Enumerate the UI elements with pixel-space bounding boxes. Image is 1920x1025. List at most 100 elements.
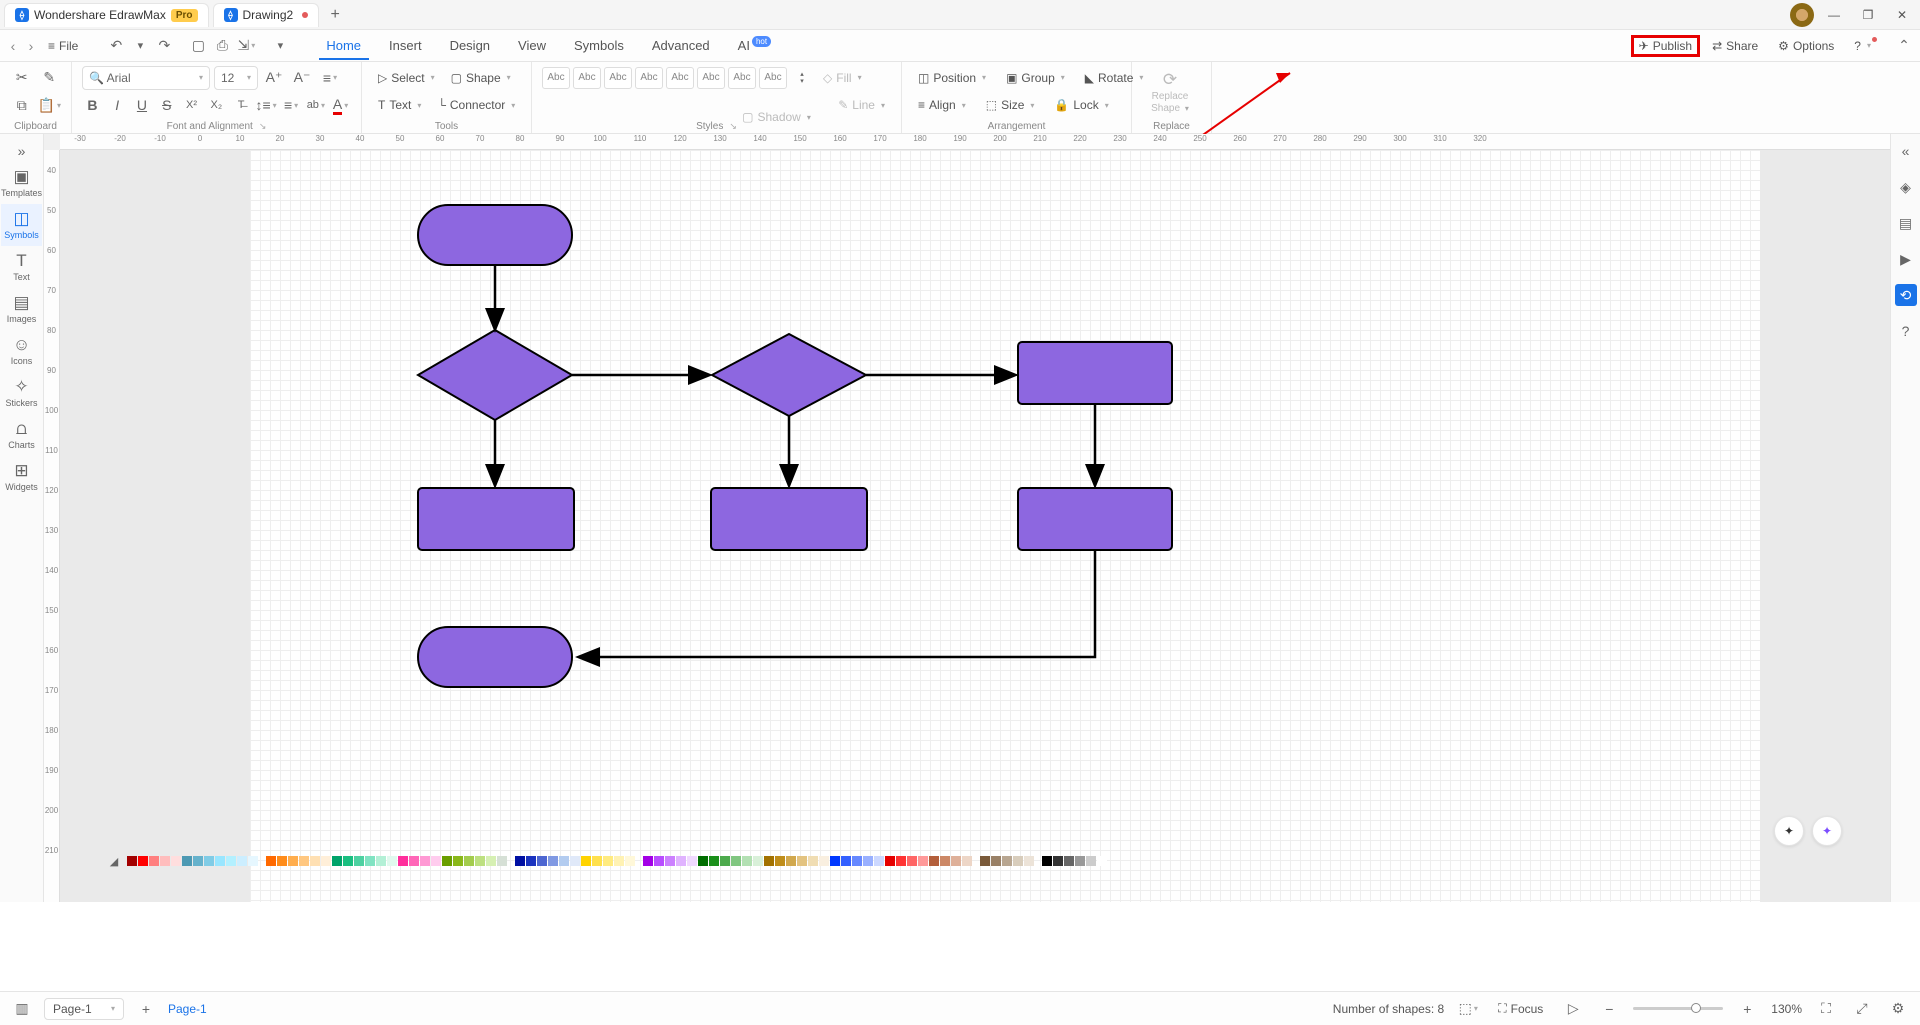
color-swatch[interactable]	[603, 856, 613, 866]
page-selector[interactable]: Page-1▾	[44, 998, 124, 1020]
rail-item-stickers[interactable]: ✧Stickers	[1, 372, 42, 414]
redo-icon[interactable]: ↷	[152, 35, 176, 57]
nav-back-icon[interactable]: ‹	[4, 38, 22, 54]
position-button[interactable]: ◫ Position▾	[912, 68, 992, 88]
color-swatch[interactable]	[376, 856, 386, 866]
app-tab[interactable]: ⟠ Wondershare EdrawMax Pro	[4, 3, 209, 27]
color-swatch[interactable]	[288, 856, 298, 866]
tab-home[interactable]: Home	[312, 32, 375, 59]
line-button[interactable]: ✎ Line▾	[832, 95, 891, 115]
color-swatch[interactable]	[918, 856, 928, 866]
undo-dropdown-icon[interactable]: ▾	[128, 35, 152, 57]
play-icon[interactable]: ▷	[1561, 998, 1585, 1020]
shape-process-2[interactable]	[418, 488, 574, 550]
color-swatch[interactable]	[1064, 856, 1074, 866]
style-chip[interactable]: Abc	[604, 67, 632, 89]
color-swatch[interactable]	[775, 856, 785, 866]
connector-tool[interactable]: └ Connector▾	[431, 95, 521, 115]
pages-panel-icon[interactable]: ▥	[10, 998, 34, 1020]
page-tab[interactable]: Page-1	[168, 1002, 207, 1016]
bold-icon[interactable]: B	[82, 94, 103, 116]
color-picker-icon[interactable]: ◢	[102, 854, 126, 868]
layers-icon[interactable]: ⬚▾	[1456, 998, 1480, 1020]
color-swatch[interactable]	[1042, 856, 1052, 866]
tab-ai[interactable]: AIhot	[724, 32, 783, 59]
color-swatch[interactable]	[204, 856, 214, 866]
rail-item-icons[interactable]: ☺Icons	[1, 330, 42, 372]
shape-tool[interactable]: ▢ Shape▾	[445, 68, 517, 88]
replace-shape-button[interactable]: ⟳ Replace Shape ▾	[1142, 64, 1198, 119]
color-swatch[interactable]	[475, 856, 485, 866]
color-swatch[interactable]	[193, 856, 203, 866]
color-swatch[interactable]	[1097, 856, 1107, 866]
color-swatch[interactable]	[559, 856, 569, 866]
panel-page-icon[interactable]: ▤	[1895, 212, 1917, 234]
color-swatch[interactable]	[581, 856, 591, 866]
color-swatch[interactable]	[537, 856, 547, 866]
color-swatch[interactable]	[171, 856, 181, 866]
settings-status-icon[interactable]: ⚙	[1886, 998, 1910, 1020]
color-swatch[interactable]	[127, 856, 137, 866]
color-swatch[interactable]	[819, 856, 829, 866]
color-swatch[interactable]	[665, 856, 675, 866]
color-swatch[interactable]	[215, 856, 225, 866]
subscript-icon[interactable]: X₂	[206, 94, 227, 116]
style-chip[interactable]: Abc	[666, 67, 694, 89]
rail-expand-icon[interactable]: »	[10, 140, 34, 162]
options-button[interactable]: ⚙Options	[1770, 36, 1842, 56]
color-swatch[interactable]	[398, 856, 408, 866]
color-swatch[interactable]	[808, 856, 818, 866]
color-swatch[interactable]	[874, 856, 884, 866]
color-swatch[interactable]	[852, 856, 862, 866]
underline-icon[interactable]: U	[132, 94, 153, 116]
clear-format-icon[interactable]: T̶	[231, 94, 252, 116]
size-button[interactable]: ⬚ Size▾	[980, 95, 1041, 115]
color-swatch[interactable]	[464, 856, 474, 866]
color-swatch[interactable]	[951, 856, 961, 866]
panel-history-icon[interactable]: ⟲	[1895, 284, 1917, 306]
color-swatch[interactable]	[1013, 856, 1023, 866]
color-swatch[interactable]	[1075, 856, 1085, 866]
color-swatch[interactable]	[687, 856, 697, 866]
export-icon[interactable]: ⇲▾	[234, 35, 258, 57]
color-swatch[interactable]	[321, 856, 331, 866]
fit-page-icon[interactable]: ⛶	[1814, 998, 1838, 1020]
rail-item-symbols[interactable]: ◫Symbols	[1, 204, 42, 246]
color-swatch[interactable]	[149, 856, 159, 866]
color-swatch[interactable]	[753, 856, 763, 866]
case-icon[interactable]: ab▾	[305, 94, 326, 116]
color-swatch[interactable]	[731, 856, 741, 866]
undo-icon[interactable]: ↶	[104, 35, 128, 57]
text-tool[interactable]: T Text▾	[372, 95, 427, 115]
color-swatch[interactable]	[277, 856, 287, 866]
color-swatch[interactable]	[226, 856, 236, 866]
document-tab[interactable]: ⟠ Drawing2	[213, 3, 320, 27]
focus-mode-icon[interactable]: ✦	[1774, 816, 1804, 846]
shadow-button[interactable]: ▢ Shadow▾	[736, 107, 817, 127]
color-swatch[interactable]	[237, 856, 247, 866]
color-swatch[interactable]	[786, 856, 796, 866]
ai-spark-icon[interactable]: ✦	[1812, 816, 1842, 846]
color-swatch[interactable]	[929, 856, 939, 866]
color-swatch[interactable]	[863, 856, 873, 866]
color-swatch[interactable]	[343, 856, 353, 866]
style-chip[interactable]: Abc	[728, 67, 756, 89]
lock-button[interactable]: 🔒 Lock▾	[1048, 95, 1114, 115]
fullscreen-icon[interactable]: ⤢	[1850, 998, 1874, 1020]
color-swatch[interactable]	[515, 856, 525, 866]
font-family-select[interactable]: 🔍 Arial▾	[82, 66, 210, 90]
color-swatch[interactable]	[354, 856, 364, 866]
color-swatch[interactable]	[299, 856, 309, 866]
align-button[interactable]: ≡ Align▾	[912, 95, 972, 115]
format-painter-icon[interactable]: ✎	[38, 67, 62, 89]
align-text-icon[interactable]: ≡▾	[318, 67, 342, 89]
color-swatch[interactable]	[643, 856, 653, 866]
panel-shape-icon[interactable]: ◈	[1895, 176, 1917, 198]
style-chip[interactable]: Abc	[542, 67, 570, 89]
zoom-slider[interactable]	[1633, 1007, 1723, 1010]
color-swatch[interactable]	[830, 856, 840, 866]
shape-process-3[interactable]	[711, 488, 867, 550]
tab-symbols[interactable]: Symbols	[560, 32, 638, 59]
color-swatch[interactable]	[1024, 856, 1034, 866]
color-swatch[interactable]	[764, 856, 774, 866]
